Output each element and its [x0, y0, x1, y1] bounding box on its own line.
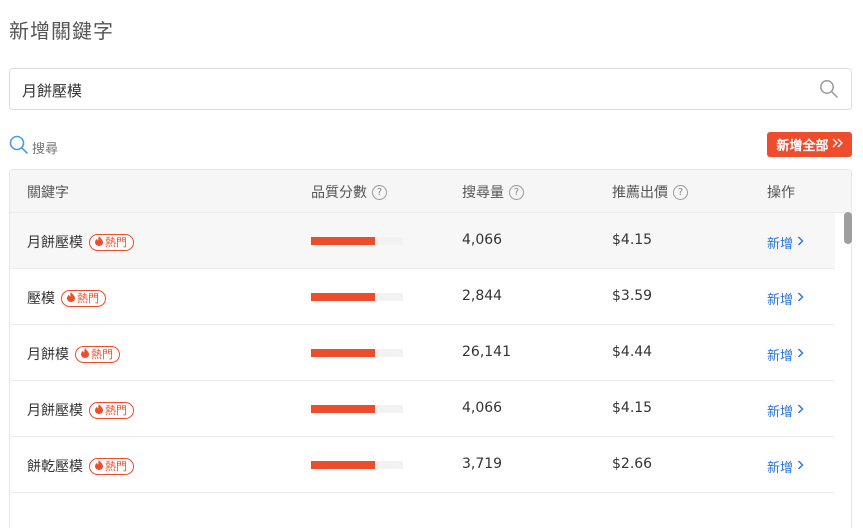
chevron-right-icon	[797, 403, 804, 418]
table-row: 餅乾壓模 熱門 3,719 $2.66 新增	[10, 437, 835, 493]
search-button-label: 搜尋	[32, 141, 59, 157]
add-keyword-button[interactable]: 新增	[767, 289, 804, 308]
add-keyword-label: 新增	[767, 293, 794, 308]
flame-icon	[95, 459, 103, 473]
table-row: 壓模 熱門 2,844 $3.59 新增	[10, 269, 835, 325]
quality-score-bar	[311, 461, 403, 469]
keyword-search-input[interactable]: 月餅壓模	[9, 68, 852, 110]
add-keyword-button[interactable]: 新增	[767, 457, 804, 476]
table-row: 月餅模 熱門 26,141 $4.44 新增	[10, 325, 835, 381]
keyword-text: 月餅壓模	[27, 403, 83, 419]
flame-icon	[67, 291, 75, 305]
question-circle-icon[interactable]: ?	[509, 184, 524, 200]
flame-icon	[95, 235, 103, 249]
keyword-table: 關鍵字 品質分數? 搜尋量? 推薦出價? 操作 月餅壓模 熱門 4,066 $4.15…	[9, 169, 852, 528]
quality-score-fill	[311, 293, 376, 301]
search-input-value: 月餅壓模	[22, 82, 83, 100]
add-keyword-button[interactable]: 新增	[767, 345, 804, 364]
add-keyword-label: 新增	[767, 349, 794, 364]
header-volume: 搜尋量?	[462, 182, 524, 202]
table-row: 月餅壓模 熱門 4,066 $4.15 新增	[10, 381, 835, 437]
keyword-text: 月餅模	[27, 347, 69, 363]
keyword-cell: 月餅壓模 熱門	[27, 400, 134, 420]
keyword-cell: 壓模 熱門	[27, 288, 106, 308]
hot-badge-label: 熱門	[105, 404, 127, 417]
quality-score-bar	[311, 349, 403, 357]
chevron-right-icon	[797, 347, 804, 362]
page-title: 新增關鍵字	[9, 19, 114, 43]
quality-score-bar	[311, 237, 403, 245]
search-icon[interactable]	[819, 79, 839, 103]
hot-badge: 熱門	[75, 345, 120, 363]
suggested-bid: $4.15	[612, 400, 653, 416]
hot-badge: 熱門	[61, 289, 106, 307]
chevron-right-icon	[797, 235, 804, 250]
keyword-text: 餅乾壓模	[27, 459, 83, 475]
hot-badge-label: 熱門	[105, 460, 127, 473]
keyword-text: 月餅壓模	[27, 235, 83, 251]
hot-badge: 熱門	[89, 457, 134, 475]
hot-badge-label: 熱門	[105, 236, 127, 249]
table-scrollbar[interactable]	[844, 212, 852, 244]
search-volume: 26,141	[462, 344, 511, 360]
keyword-cell: 月餅模 熱門	[27, 344, 120, 364]
search-volume: 2,844	[462, 288, 503, 304]
hot-badge: 熱門	[89, 401, 134, 419]
search-volume: 4,066	[462, 232, 503, 248]
header-keyword: 關鍵字	[27, 185, 69, 201]
quality-score-fill	[311, 461, 376, 469]
add-keyword-label: 新增	[767, 405, 794, 420]
search-volume: 4,066	[462, 400, 503, 416]
keyword-cell: 餅乾壓模 熱門	[27, 456, 134, 476]
add-keyword-label: 新增	[767, 461, 794, 476]
add-all-label: 新增全部	[776, 139, 829, 154]
header-action: 操作	[767, 185, 795, 201]
add-all-button[interactable]: 新增全部	[767, 132, 852, 157]
search-button[interactable]: 搜尋	[9, 135, 58, 159]
search-icon	[9, 135, 29, 159]
hot-badge: 熱門	[89, 233, 134, 251]
add-keyword-button[interactable]: 新增	[767, 233, 804, 252]
quality-score-bar	[311, 293, 403, 301]
keyword-cell: 月餅壓模 熱門	[27, 232, 134, 252]
quality-score-fill	[311, 349, 376, 357]
hot-badge-label: 熱門	[77, 292, 99, 305]
suggested-bid: $3.59	[612, 288, 653, 304]
quality-score-fill	[311, 237, 376, 245]
keyword-text: 壓模	[27, 291, 55, 307]
header-quality: 品質分數?	[311, 182, 387, 202]
double-chevron-right-icon	[832, 137, 843, 152]
quality-score-fill	[311, 405, 376, 413]
suggested-bid: $4.15	[612, 232, 653, 248]
suggested-bid: $2.66	[612, 456, 653, 472]
hot-badge-label: 熱門	[91, 348, 113, 361]
chevron-right-icon	[797, 459, 804, 474]
table-header: 關鍵字 品質分數? 搜尋量? 推薦出價? 操作	[10, 170, 851, 213]
quality-score-bar	[311, 405, 403, 413]
table-row: 月餅壓模 熱門 4,066 $4.15 新增	[10, 213, 835, 269]
chevron-right-icon	[797, 291, 804, 306]
header-bid: 推薦出價?	[612, 182, 688, 202]
question-circle-icon[interactable]: ?	[372, 184, 387, 200]
suggested-bid: $4.44	[612, 344, 653, 360]
add-keyword-button[interactable]: 新增	[767, 401, 804, 420]
flame-icon	[95, 403, 103, 417]
add-keyword-label: 新增	[767, 237, 794, 252]
question-circle-icon[interactable]: ?	[673, 184, 688, 200]
flame-icon	[81, 347, 89, 361]
search-volume: 3,719	[462, 456, 503, 472]
